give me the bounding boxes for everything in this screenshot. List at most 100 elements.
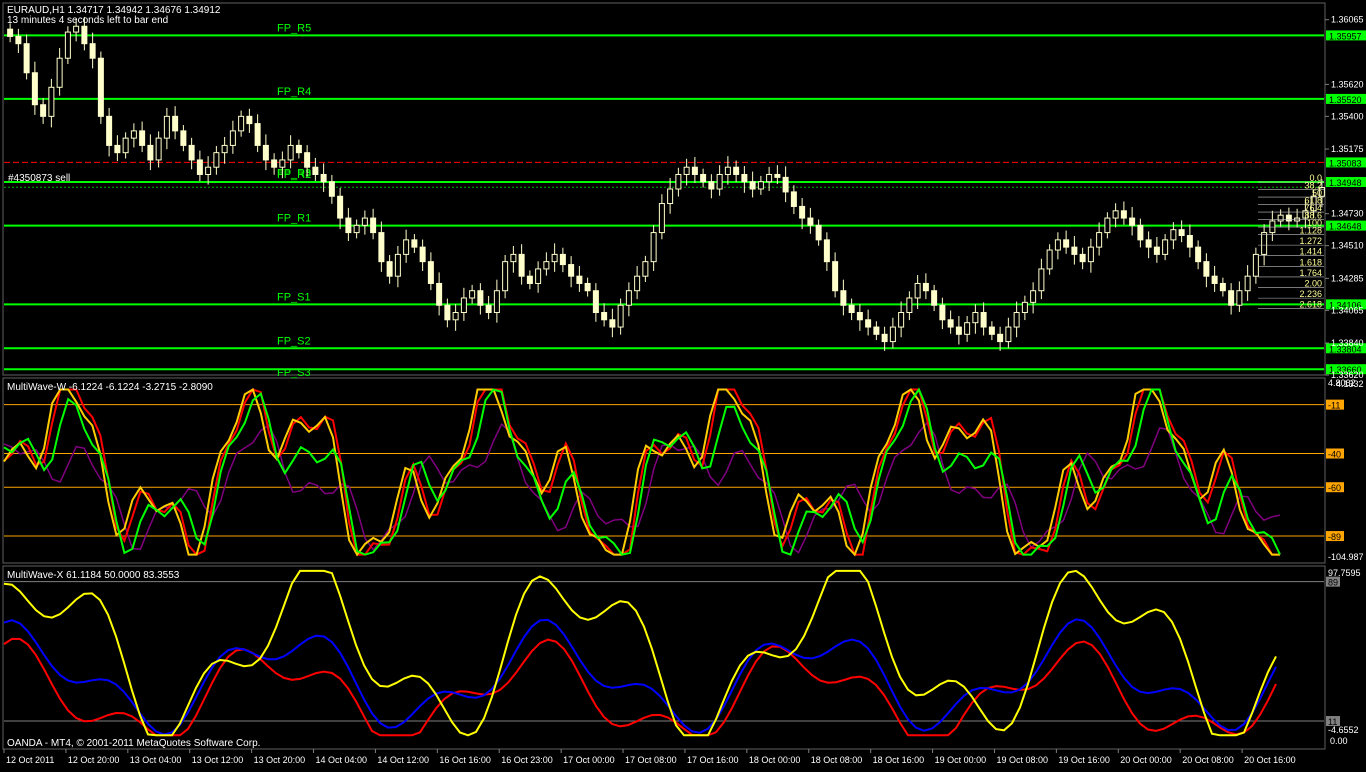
candle-bear xyxy=(955,326,962,335)
candle-bull xyxy=(724,166,731,175)
metatrader-chart-window[interactable]: FP_R5 1.35957 FP_R4 1.35520 1.35083 FP_R2 1.34… xyxy=(0,0,1366,768)
candle-bear xyxy=(1071,246,1078,255)
candle-bull xyxy=(650,232,657,263)
candle-bear xyxy=(1137,224,1144,241)
candle-bear xyxy=(807,217,814,226)
pivot-price-tag-label: 1.35957 xyxy=(1329,31,1362,41)
multiwave-w-title: MultiWave-W -6.1224 -6.1224 -3.2715 -2.8… xyxy=(7,382,213,393)
candle-bear xyxy=(840,290,847,306)
candle-bear xyxy=(31,72,38,106)
fib-label: 2.00 xyxy=(1304,279,1322,289)
candle-bear xyxy=(106,115,113,146)
w-level-tag-label: -40 xyxy=(1328,449,1341,459)
candle-bear xyxy=(312,166,319,175)
candle-bull xyxy=(906,297,913,314)
pivot-label-fp_s2: FP_S2 xyxy=(277,335,311,347)
candle-bear xyxy=(254,123,261,146)
candle-bear xyxy=(749,181,756,190)
candle-bear xyxy=(700,173,707,183)
candle-bear xyxy=(980,312,987,328)
candle-bear xyxy=(782,176,789,193)
candle-bear xyxy=(7,28,14,37)
time-tick-label: 20 Oct 00:00 xyxy=(1120,755,1172,765)
candle-bull xyxy=(163,115,170,139)
candle-bear xyxy=(271,159,278,168)
multiwave-x-panel[interactable] xyxy=(2,565,1326,750)
candle-bear xyxy=(848,304,855,314)
time-tick-label: 14 Oct 04:00 xyxy=(316,755,368,765)
time-tick-label: 16 Oct 23:00 xyxy=(501,755,553,765)
candle-bear xyxy=(1228,290,1235,306)
candle-bear xyxy=(246,115,253,125)
candle-bear xyxy=(815,224,822,241)
price-axis: 1.36065 1.35620 1.35400 1.35175 1.34730 1.345… xyxy=(1325,15,1364,380)
pivot-label-fp_s3: FP_S3 xyxy=(277,367,311,379)
candle-bear xyxy=(262,144,269,161)
candle-bear xyxy=(873,326,880,335)
time-tick-label: 19 Oct 08:00 xyxy=(996,755,1048,765)
candle-bull xyxy=(1112,210,1119,219)
candle-bear xyxy=(419,246,426,263)
candle-bear xyxy=(774,173,781,178)
candle-bear xyxy=(345,217,352,234)
candle-bull xyxy=(361,217,368,226)
price-tick-label: 1.33840 xyxy=(1331,338,1364,348)
fib-label: 1.128 xyxy=(1299,226,1322,236)
candle-bear xyxy=(518,253,525,277)
candle-bull xyxy=(460,297,467,314)
candle-bear xyxy=(733,166,740,175)
time-tick-label: 18 Oct 00:00 xyxy=(749,755,801,765)
w-level-tag-label: -60 xyxy=(1328,483,1341,493)
candle-bull xyxy=(1021,301,1028,314)
candle-bull xyxy=(1244,275,1251,292)
candle-bull xyxy=(56,57,63,88)
candle-bear xyxy=(856,312,863,321)
bar-timer: 13 minutes 4 seconds left to bar end xyxy=(7,15,168,26)
time-tick-label: 13 Oct 20:00 xyxy=(254,755,306,765)
candle-bear xyxy=(568,264,575,277)
copyright-text: OANDA - MT4, © 2001-2011 MetaQuotes Soft… xyxy=(7,738,260,749)
candle-bear xyxy=(881,333,888,343)
candle-bear xyxy=(139,130,146,146)
candle-bull xyxy=(658,203,665,234)
candle-bear xyxy=(823,239,830,263)
candle-bear xyxy=(1129,217,1136,226)
w-scale-bottom: -104.987 xyxy=(1328,552,1364,562)
candle-bull xyxy=(403,239,410,255)
candle-bear xyxy=(485,304,492,314)
candle-bull xyxy=(716,173,723,190)
price-tick-label: 1.36065 xyxy=(1331,15,1364,25)
candle-bull xyxy=(1104,217,1111,234)
candle-bear xyxy=(1120,210,1127,219)
candle-bull xyxy=(1236,290,1243,306)
main-price-panel[interactable] xyxy=(2,2,1326,376)
candle-bear xyxy=(790,191,797,207)
candle-bear xyxy=(304,152,311,168)
time-axis: 12 Oct 2011 12 Oct 20:00 13 Oct 04:00 13 Oc… xyxy=(3,749,1296,765)
candle-bear xyxy=(1063,239,1070,248)
candle-bear xyxy=(988,326,995,335)
w-scale-top-overlay: 4.1332 xyxy=(1336,379,1364,389)
candle-bull xyxy=(73,25,80,33)
candle-bear xyxy=(23,43,30,74)
candle-bear xyxy=(196,159,203,175)
candle-bear xyxy=(931,290,938,306)
candle-bear xyxy=(741,173,748,183)
pivot-price-tag-label: 1.34948 xyxy=(1329,178,1362,188)
candle-bull xyxy=(1252,253,1259,277)
candle-bull xyxy=(1030,290,1037,303)
candle-bull xyxy=(914,282,921,299)
candle-bear xyxy=(370,217,377,234)
candle-bull xyxy=(1096,232,1103,248)
candle-bear xyxy=(15,35,22,45)
candle-bull xyxy=(48,86,55,117)
candle-bull xyxy=(238,115,245,132)
candle-bull xyxy=(155,137,162,161)
pivot-price-tag-label: 1.35083 xyxy=(1329,158,1362,168)
x-level-tag-label: 89 xyxy=(1328,578,1338,588)
candle-bull xyxy=(229,130,236,146)
fib-label: 2.236 xyxy=(1299,289,1322,299)
time-tick-label: 13 Oct 04:00 xyxy=(130,755,182,765)
candle-bear xyxy=(1186,235,1193,248)
candle-bear xyxy=(1211,275,1218,284)
